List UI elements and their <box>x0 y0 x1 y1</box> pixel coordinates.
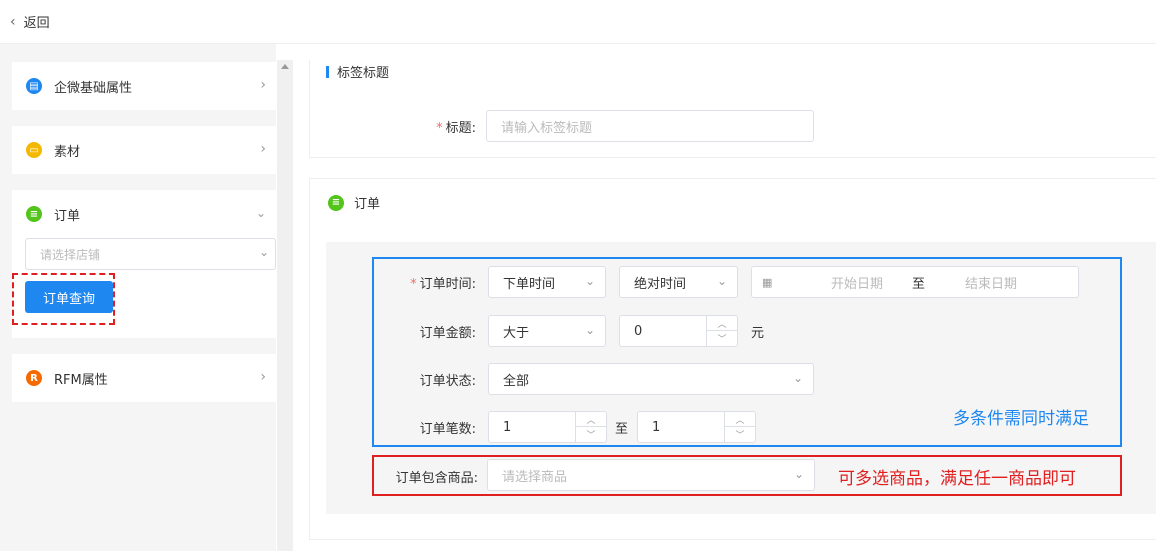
goods-label: 订单包含商品: <box>395 471 478 486</box>
order-status-label: 订单状态: <box>419 374 476 389</box>
chevron-down-icon: ⌄ <box>716 274 727 288</box>
scrollbar[interactable] <box>277 60 293 551</box>
scroll-up-icon[interactable] <box>281 64 289 69</box>
section-title-text: 标签标题 <box>337 66 390 81</box>
sidebar-card-order: ≡ 订单 ⌄ 请选择店铺 ⌄ 订单查询 <box>12 190 276 338</box>
chevron-down-icon: ⌄ <box>793 467 804 481</box>
order-amount-input[interactable]: 0 ︿ ﹀ <box>619 315 738 347</box>
order-status-select[interactable]: 全部 ⌄ <box>488 363 814 395</box>
order-query-button[interactable]: 订单查询 <box>25 281 113 313</box>
chevron-down-icon: ⌄ <box>258 245 269 259</box>
multi-condition-annotation: 多条件需同时满足 <box>953 409 1089 429</box>
sidebar: ▤ 企微基础属性 › ▭ 素材 › ≡ 订单 ⌄ 请选择店铺 ⌄ 订单查询 R … <box>0 44 276 551</box>
order-section-title: 订单 <box>354 197 381 212</box>
calendar-icon: ▦ <box>762 275 773 289</box>
order-count-to-value: 1 <box>652 419 661 435</box>
order-count-label: 订单笔数: <box>419 422 476 437</box>
increment-icon[interactable]: ︿ <box>725 412 755 427</box>
increment-icon[interactable]: ︿ <box>707 316 737 331</box>
count-range-separator: 至 <box>615 422 629 437</box>
decrement-icon[interactable]: ﹀ <box>576 427 606 442</box>
order-count-to-input[interactable]: 1 ︿ ﹀ <box>637 411 756 443</box>
order-icon: ≡ <box>26 206 42 222</box>
order-status-value: 全部 <box>503 373 530 389</box>
goods-select[interactable]: 请选择商品 ⌄ <box>487 459 815 491</box>
order-amount-operator-select[interactable]: 大于 ⌄ <box>488 315 606 347</box>
order-section-header: ≡ 订单 <box>328 193 380 212</box>
chevron-right-icon: › <box>260 141 266 157</box>
number-stepper[interactable]: ︿ ﹀ <box>575 412 606 442</box>
back-label: 返回 <box>23 16 50 31</box>
order-time-label-text: 订单时间: <box>419 277 476 292</box>
sidebar-card-label: 素材 <box>54 144 81 160</box>
profile-icon: ▤ <box>26 78 42 94</box>
order-time-type-select[interactable]: 下单时间 ⌄ <box>488 266 606 298</box>
section-title: 标签标题 <box>326 62 389 81</box>
order-amount-value: 0 <box>634 323 643 339</box>
folder-icon: ▭ <box>26 142 42 158</box>
number-stepper[interactable]: ︿ ﹀ <box>724 412 755 442</box>
title-label-text: 标题: <box>445 121 476 136</box>
sidebar-card-material[interactable]: ▭ 素材 › <box>12 126 276 174</box>
date-range-picker[interactable]: ▦ 开始日期 至 结束日期 <box>751 266 1079 298</box>
rfm-icon: R <box>26 370 42 386</box>
goods-select-placeholder: 请选择商品 <box>502 469 568 485</box>
sidebar-card-order-header[interactable]: ≡ 订单 ⌄ <box>12 190 276 238</box>
sidebar-card-basic[interactable]: ▤ 企微基础属性 › <box>12 62 276 110</box>
decrement-icon[interactable]: ﹀ <box>725 427 755 442</box>
shop-select-placeholder: 请选择店铺 <box>40 247 101 262</box>
top-bar: ‹ 返回 <box>0 0 1156 44</box>
start-date-placeholder: 开始日期 <box>830 276 883 292</box>
order-amount-operator-value: 大于 <box>503 325 530 341</box>
end-date-placeholder: 结束日期 <box>964 276 1017 292</box>
chevron-down-icon: ⌄ <box>584 323 595 337</box>
order-time-mode-value: 绝对时间 <box>634 276 687 292</box>
chevron-left-icon: ‹ <box>10 13 16 30</box>
shop-select[interactable]: 请选择店铺 ⌄ <box>25 238 276 270</box>
amount-unit: 元 <box>751 326 765 341</box>
chevron-down-icon: ⌄ <box>584 274 595 288</box>
chevron-down-icon: ⌄ <box>792 371 803 385</box>
date-range-separator: 至 <box>912 276 926 292</box>
chevron-down-icon: ⌄ <box>255 206 266 220</box>
back-button[interactable]: ‹ 返回 <box>10 12 50 32</box>
title-input[interactable]: 请输入标签标题 <box>486 110 814 142</box>
sidebar-card-rfm[interactable]: R RFM属性 › <box>12 354 276 402</box>
order-time-label: * 订单时间: <box>410 277 476 292</box>
sidebar-card-label: 订单 <box>54 208 81 224</box>
number-stepper[interactable]: ︿ ﹀ <box>706 316 737 346</box>
order-count-from-input[interactable]: 1 ︿ ﹀ <box>488 411 607 443</box>
order-time-mode-select[interactable]: 绝对时间 ⌄ <box>619 266 738 298</box>
increment-icon[interactable]: ︿ <box>576 412 606 427</box>
order-amount-label: 订单金额: <box>419 326 476 341</box>
tag-title-panel <box>309 60 1156 158</box>
sidebar-card-label: RFM属性 <box>54 372 108 388</box>
goods-annotation: 可多选商品，满足任一商品即可 <box>838 469 1076 489</box>
chevron-right-icon: › <box>260 77 266 93</box>
decrement-icon[interactable]: ﹀ <box>707 331 737 346</box>
sidebar-card-label: 企微基础属性 <box>54 80 133 96</box>
order-icon: ≡ <box>328 194 344 211</box>
order-time-type-value: 下单时间 <box>503 276 556 292</box>
title-label: * 标题: <box>436 121 476 136</box>
order-count-from-value: 1 <box>503 419 512 435</box>
title-input-placeholder: 请输入标签标题 <box>501 120 593 136</box>
section-bar <box>326 65 329 78</box>
chevron-right-icon: › <box>260 369 266 385</box>
